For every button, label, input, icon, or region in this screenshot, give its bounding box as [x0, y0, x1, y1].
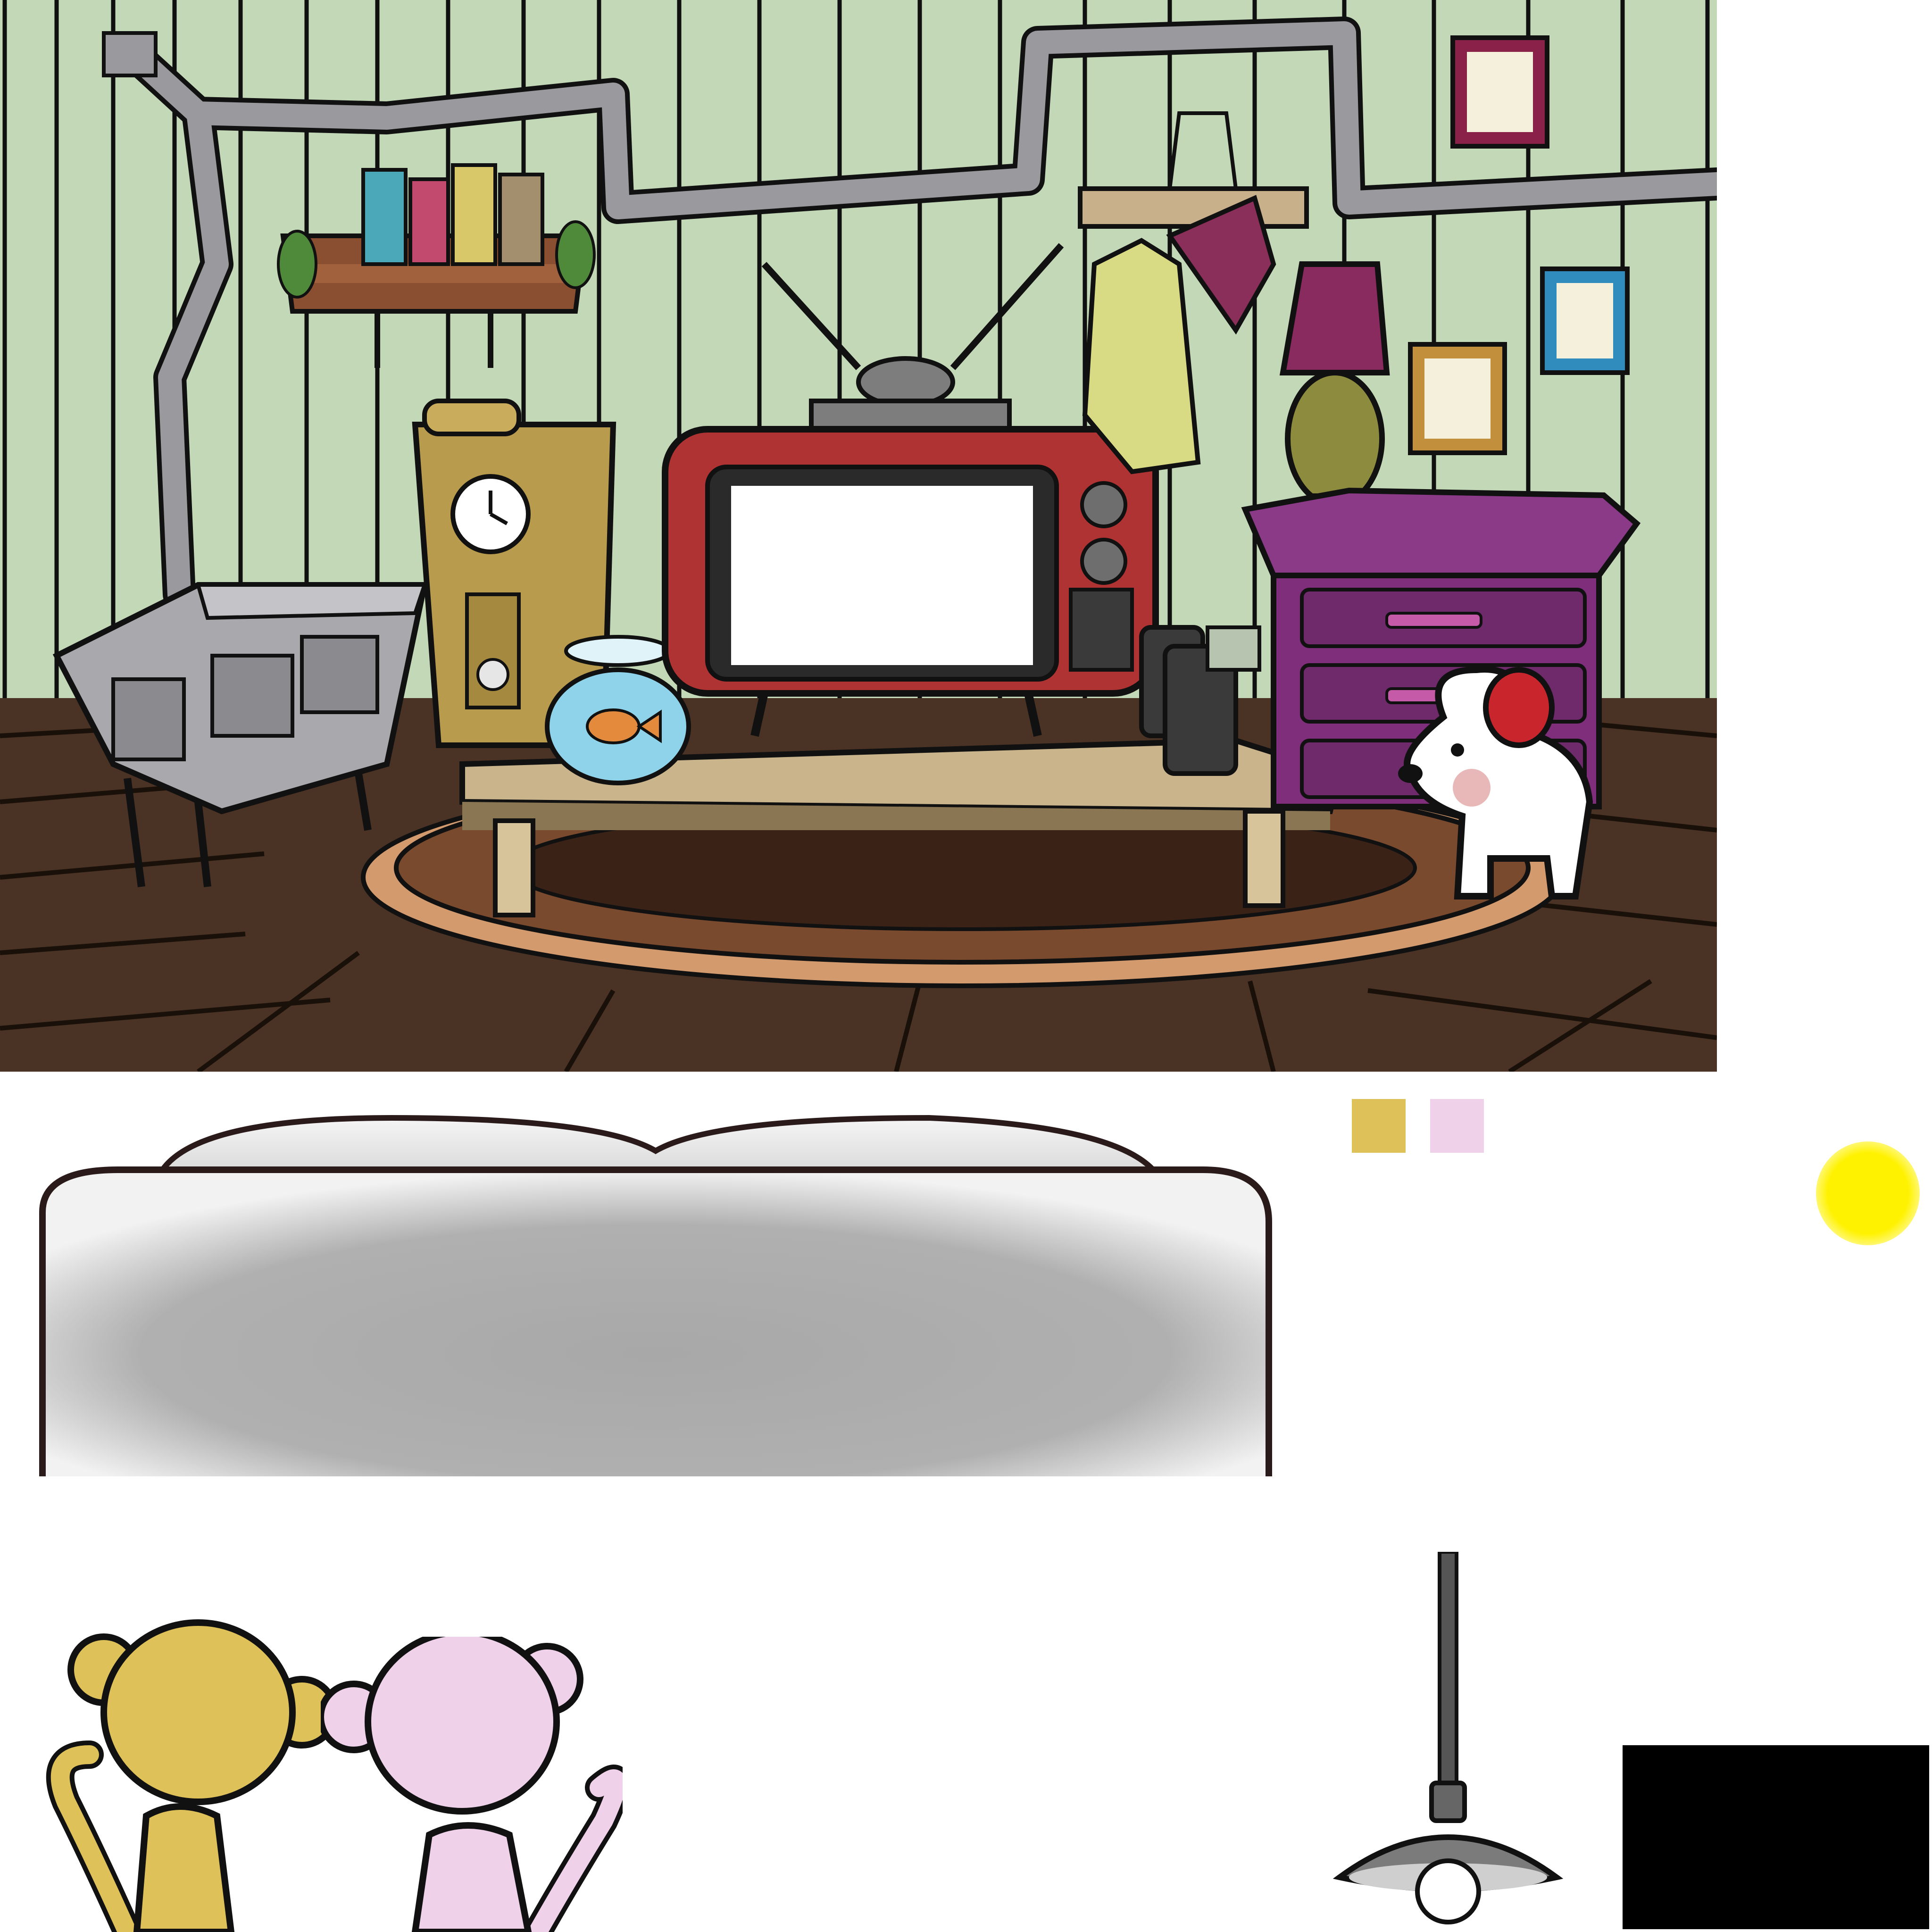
swatch-gold [1352, 1099, 1406, 1153]
sofa-back [33, 1099, 1274, 1476]
monkey-gold [38, 1613, 330, 1932]
hanging-lamp [1330, 1552, 1566, 1924]
black-rect [1623, 1745, 1929, 1929]
swatch-pink [1430, 1099, 1484, 1153]
yellow-glow [1816, 1141, 1920, 1245]
living-room-scene [0, 0, 1717, 1072]
coat [1082, 238, 1201, 475]
goldfish [586, 708, 641, 744]
monkey-pink [321, 1637, 623, 1932]
bulb [1415, 1858, 1481, 1924]
dog-headphones [1483, 667, 1555, 748]
